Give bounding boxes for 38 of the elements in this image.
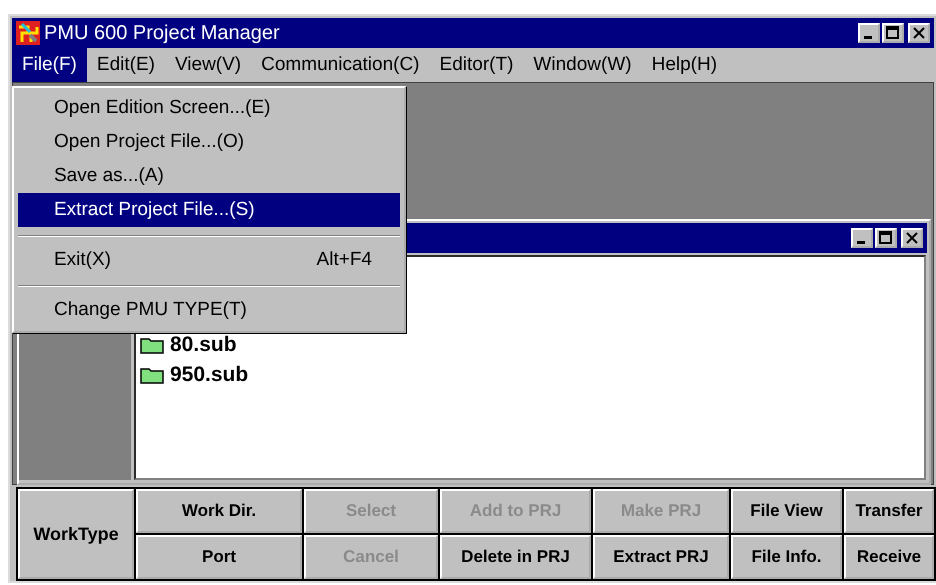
tree-item[interactable]: 80.sub	[170, 333, 237, 357]
menu-entry[interactable]: Open Project File...(O)	[18, 125, 400, 159]
panel-button[interactable]: Port	[136, 535, 302, 579]
close-button[interactable]	[901, 228, 923, 248]
minimize-button[interactable]	[858, 23, 880, 43]
panel-button[interactable]: File Info.	[731, 535, 842, 579]
menu-entry[interactable]: Change PMU TYPE(T)	[18, 293, 400, 327]
menu-item[interactable]: Edit(E)	[86, 48, 165, 82]
maximize-icon	[884, 25, 902, 41]
menu-item[interactable]: Help(H)	[642, 48, 728, 82]
menu-item[interactable]: Window(W)	[523, 48, 642, 82]
panel-button[interactable]: Extract PRJ	[593, 535, 729, 579]
menu-entry[interactable]: Exit(X) Alt+F4	[18, 243, 400, 277]
menu-entry[interactable]: Save as...(A)	[18, 159, 400, 193]
menu-item[interactable]: File(F)	[12, 48, 87, 82]
panel-button[interactable]: Transfer	[844, 489, 934, 533]
menu-item[interactable]: Editor(T)	[430, 48, 524, 82]
folder-icon	[140, 336, 164, 354]
folder-icon	[140, 366, 164, 384]
panel-button[interactable]: Receive	[844, 535, 934, 579]
app-logo-icon	[16, 21, 40, 45]
panel-button[interactable]: Delete in PRJ	[440, 535, 591, 579]
maximize-button[interactable]	[875, 228, 897, 248]
tree-item[interactable]: 950.sub	[170, 363, 248, 387]
maximize-icon	[877, 230, 895, 246]
panel-label: WorkType	[18, 489, 134, 579]
maximize-button[interactable]	[882, 23, 904, 43]
panel-button[interactable]: File View	[731, 489, 842, 533]
panel-button[interactable]: Work Dir.	[136, 489, 302, 533]
menu-entry[interactable]: Open Edition Screen...(E)	[18, 91, 400, 125]
close-button[interactable]	[908, 23, 930, 43]
minimize-icon	[864, 36, 872, 39]
minimize-icon	[857, 241, 865, 244]
menu-item[interactable]: View(V)	[164, 48, 252, 82]
menu-item[interactable]: Communication(C)	[251, 48, 430, 82]
minimize-button[interactable]	[851, 228, 873, 248]
menu-entry[interactable]: Extract Project File...(S)	[18, 193, 400, 227]
window-title: PMU 600 Project Manager	[44, 22, 281, 44]
